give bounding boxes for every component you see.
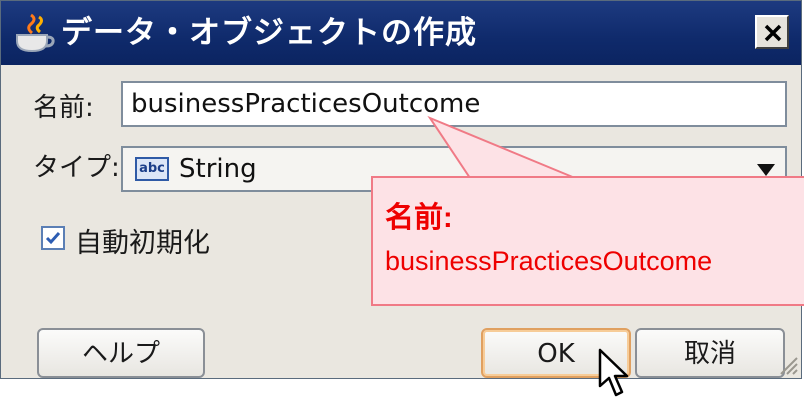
checkmark-icon <box>45 232 61 245</box>
help-button[interactable]: ヘルプ <box>37 328 205 378</box>
java-cup-icon <box>16 13 55 53</box>
close-x-icon <box>764 24 782 42</box>
window-title: データ・オブジェクトの作成 <box>61 15 477 51</box>
title-bar[interactable]: データ・オブジェクトの作成 <box>1 1 801 65</box>
type-label: タイプ: <box>33 153 120 183</box>
auto-init-label: 自動初期化 <box>75 228 210 259</box>
close-button[interactable] <box>755 15 789 49</box>
type-value: String <box>179 154 257 184</box>
auto-init-checkbox[interactable] <box>41 226 65 250</box>
chevron-down-icon[interactable] <box>757 164 775 176</box>
resize-grip-icon[interactable] <box>775 352 799 376</box>
callout-title: 名前: <box>385 202 453 234</box>
name-input[interactable] <box>121 81 787 127</box>
cancel-button[interactable]: 取消 <box>635 328 785 378</box>
callout-box: 名前: businessPracticesOutcome <box>371 176 804 306</box>
callout-body: businessPracticesOutcome <box>385 246 713 276</box>
name-label: 名前: <box>33 93 94 123</box>
mouse-pointer-icon <box>598 348 629 397</box>
string-type-icon: abc <box>135 157 169 181</box>
